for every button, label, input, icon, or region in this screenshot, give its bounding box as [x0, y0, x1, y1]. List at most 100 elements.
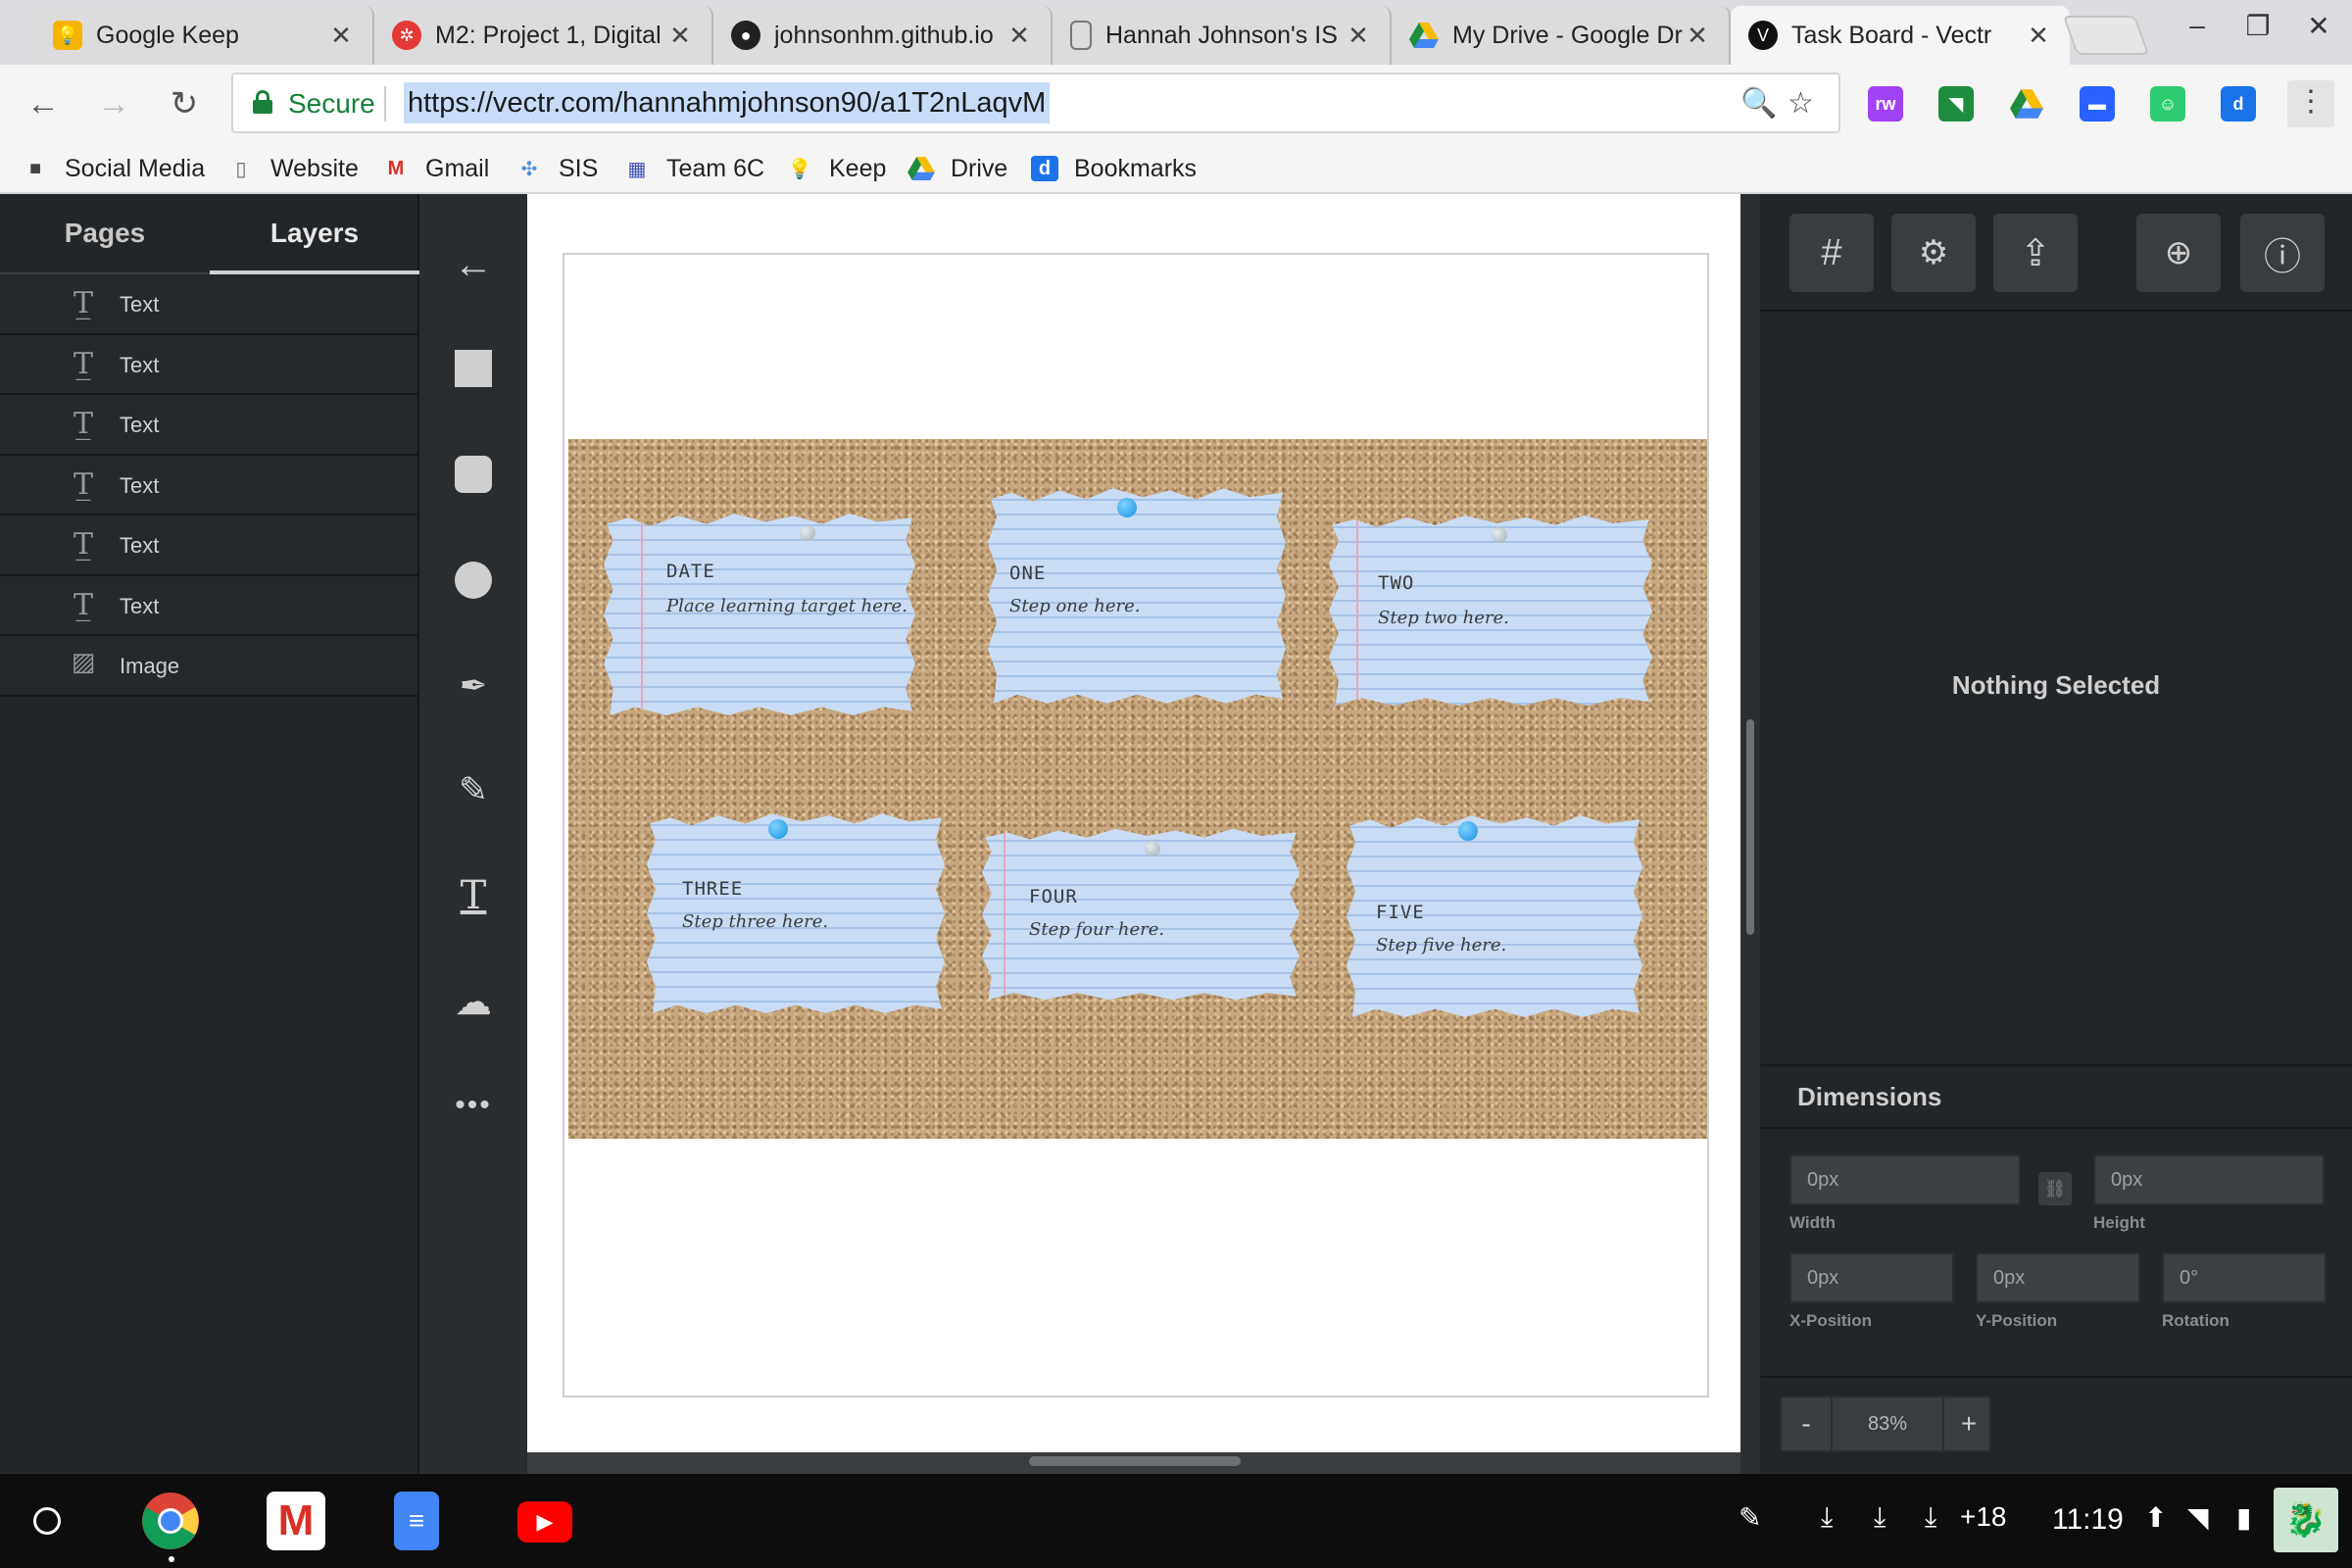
zoom-control: - 83% + — [1780, 1396, 1991, 1452]
grid-settings-icon[interactable]: # — [1789, 214, 1874, 292]
tab-task-board-vectr[interactable]: V Task Board - Vectr ✕ — [1731, 6, 2070, 65]
zoom-in-button[interactable]: + — [1944, 1397, 1993, 1450]
text-layer-icon: T̲ — [73, 286, 93, 320]
sync-icon[interactable]: ⬆ — [2144, 1501, 2167, 1534]
tab-my-drive[interactable]: My Drive - Google Dri ✕ — [1392, 6, 1731, 65]
tab-google-keep[interactable]: 💡 Google Keep ✕ — [35, 6, 374, 65]
chrome-icon[interactable] — [141, 1492, 200, 1550]
height-label: Height — [2093, 1213, 2145, 1232]
bookmark-bookmarks[interactable]: d Bookmarks — [1031, 151, 1197, 186]
tab-github[interactable]: ● johnsonhm.github.io ✕ — [713, 6, 1053, 65]
tab-m2-project[interactable]: ✲ M2: Project 1, Digital ✕ — [374, 6, 713, 65]
chrome-menu-icon[interactable]: ⋮ — [2287, 80, 2334, 127]
tab-layers[interactable]: Layers — [210, 194, 419, 274]
layer-row[interactable]: T̲ Text — [0, 515, 417, 576]
layer-row[interactable]: ▨ Image — [0, 636, 417, 697]
drive-extension-icon[interactable] — [2009, 86, 2044, 122]
battery-icon[interactable]: ▮ — [2236, 1501, 2251, 1534]
launcher-icon[interactable] — [33, 1507, 61, 1535]
height-field[interactable]: 0px — [2093, 1154, 2325, 1205]
pencil-icon[interactable]: ✎ — [444, 760, 503, 819]
gmail-icon[interactable]: M — [267, 1492, 325, 1550]
zoom-icon[interactable]: 🔍 — [1740, 86, 1777, 121]
notification-count[interactable]: +18 — [1960, 1501, 2007, 1533]
close-icon[interactable]: ✕ — [1345, 21, 1372, 51]
x-position-field[interactable]: 0px — [1789, 1252, 1954, 1303]
bookmark-label: Bookmarks — [1074, 154, 1198, 182]
minimize-icon[interactable]: – — [2178, 10, 2217, 41]
pin-icon — [1492, 527, 1507, 543]
horizontal-scrollbar[interactable] — [527, 1452, 1740, 1474]
layer-row[interactable]: T̲ Text — [0, 334, 417, 395]
url-text[interactable]: https://vectr.com/hannahmjohnson90/a1T2n… — [404, 82, 1051, 123]
pin-icon — [1145, 841, 1160, 857]
upload-icon[interactable]: ☁ — [444, 972, 503, 1031]
calendar-extension-icon[interactable]: ▬ — [2080, 86, 2115, 122]
bookmark-social-media[interactable]: ■ Social Media — [22, 151, 205, 186]
address-bar[interactable]: Secure https://vectr.com/hannahmjohnson9… — [231, 73, 1840, 133]
vertical-scrollbar[interactable] — [1740, 194, 1760, 1474]
more-icon[interactable]: ••• — [444, 1076, 503, 1135]
zoom-out-button[interactable]: - — [1782, 1397, 1831, 1450]
ellipse-icon[interactable] — [444, 551, 503, 610]
tab-pages[interactable]: Pages — [0, 194, 210, 274]
page-settings-icon[interactable]: ⚙ — [1891, 214, 1976, 292]
restore-icon[interactable]: ❐ — [2238, 10, 2278, 42]
back-icon[interactable]: ← — [20, 80, 67, 127]
close-icon[interactable]: ✕ — [1684, 21, 1711, 51]
star-icon[interactable]: ☆ — [1788, 86, 1814, 121]
close-icon[interactable]: ✕ — [2025, 21, 2052, 51]
forward-icon[interactable]: → — [90, 80, 137, 127]
export-icon[interactable]: ⇪ — [1993, 214, 2078, 292]
bookmark-website[interactable]: ▯ Website — [227, 151, 358, 186]
bookmark-keep[interactable]: 💡 Keep — [786, 151, 887, 186]
download-icon[interactable]: ⤓ — [1925, 1501, 1936, 1534]
link-icon[interactable]: ⛓ — [2038, 1172, 2072, 1205]
layer-row[interactable]: T̲ Text — [0, 575, 417, 636]
text-icon[interactable]: T — [444, 866, 503, 925]
layer-name: Text — [120, 352, 160, 377]
new-tab-button[interactable] — [2062, 16, 2150, 55]
rounded-rectangle-icon[interactable] — [444, 445, 503, 504]
close-icon[interactable]: ✕ — [666, 21, 694, 51]
width-field[interactable]: 0px — [1789, 1154, 2021, 1205]
stylus-icon[interactable]: ✎ — [1739, 1501, 1761, 1534]
bookmark-team-6c[interactable]: ▦ Team 6C — [623, 151, 765, 186]
layer-row[interactable]: T̲ Text — [0, 455, 417, 515]
extension-rw-icon[interactable]: rw — [1868, 86, 1903, 122]
info-icon[interactable]: ⓘ — [2240, 214, 2325, 292]
clock[interactable]: 11:19 — [2052, 1503, 2124, 1537]
cast-icon[interactable]: ◥ — [1938, 86, 1974, 122]
screencastify-icon[interactable]: ☺ — [2150, 86, 2185, 122]
layer-row[interactable]: T̲ Text — [0, 274, 417, 335]
bookmark-label: Keep — [829, 154, 887, 182]
download-icon[interactable]: ⤓ — [1874, 1501, 1886, 1534]
layer-name: Text — [120, 593, 160, 618]
download-icon[interactable]: ⤓ — [1821, 1501, 1833, 1534]
avatar[interactable]: 🐉 — [2274, 1488, 2338, 1552]
dictionary-icon[interactable]: d — [2221, 86, 2256, 122]
youtube-icon[interactable]: ▶ — [517, 1501, 572, 1543]
reload-icon[interactable]: ↻ — [161, 80, 208, 127]
wifi-icon[interactable]: ◥ — [2187, 1501, 2209, 1534]
task-board-image[interactable]: DATE Place learning target here. ONE Ste… — [568, 439, 1707, 1139]
window-close-icon[interactable]: ✕ — [2299, 10, 2338, 42]
text-layer-icon: T̲ — [73, 346, 93, 381]
docs-icon[interactable]: ≡ — [394, 1492, 439, 1550]
layer-row[interactable]: T̲ Text — [0, 395, 417, 456]
bookmark-sis[interactable]: ✣ SIS — [515, 151, 599, 186]
close-icon[interactable]: ✕ — [1005, 21, 1033, 51]
y-position-field[interactable]: 0px — [1976, 1252, 2140, 1303]
close-icon[interactable]: ✕ — [327, 21, 355, 51]
bookmark-gmail[interactable]: M Gmail — [382, 151, 490, 186]
add-page-icon[interactable]: ⊕ — [2136, 214, 2221, 292]
rectangle-icon[interactable] — [444, 339, 503, 398]
rotation-label: Rotation — [2162, 1311, 2230, 1330]
note-text: Step three here. — [682, 911, 829, 932]
rotation-field[interactable]: 0° — [2162, 1252, 2327, 1303]
pen-icon[interactable]: ✒ — [444, 657, 503, 715]
bookmark-label: Gmail — [425, 154, 490, 182]
back-arrow-icon[interactable]: ← — [444, 235, 503, 294]
bookmark-drive[interactable]: Drive — [907, 151, 1007, 186]
tab-hannah-johnson-doc[interactable]: Hannah Johnson's IS ✕ — [1053, 6, 1392, 65]
